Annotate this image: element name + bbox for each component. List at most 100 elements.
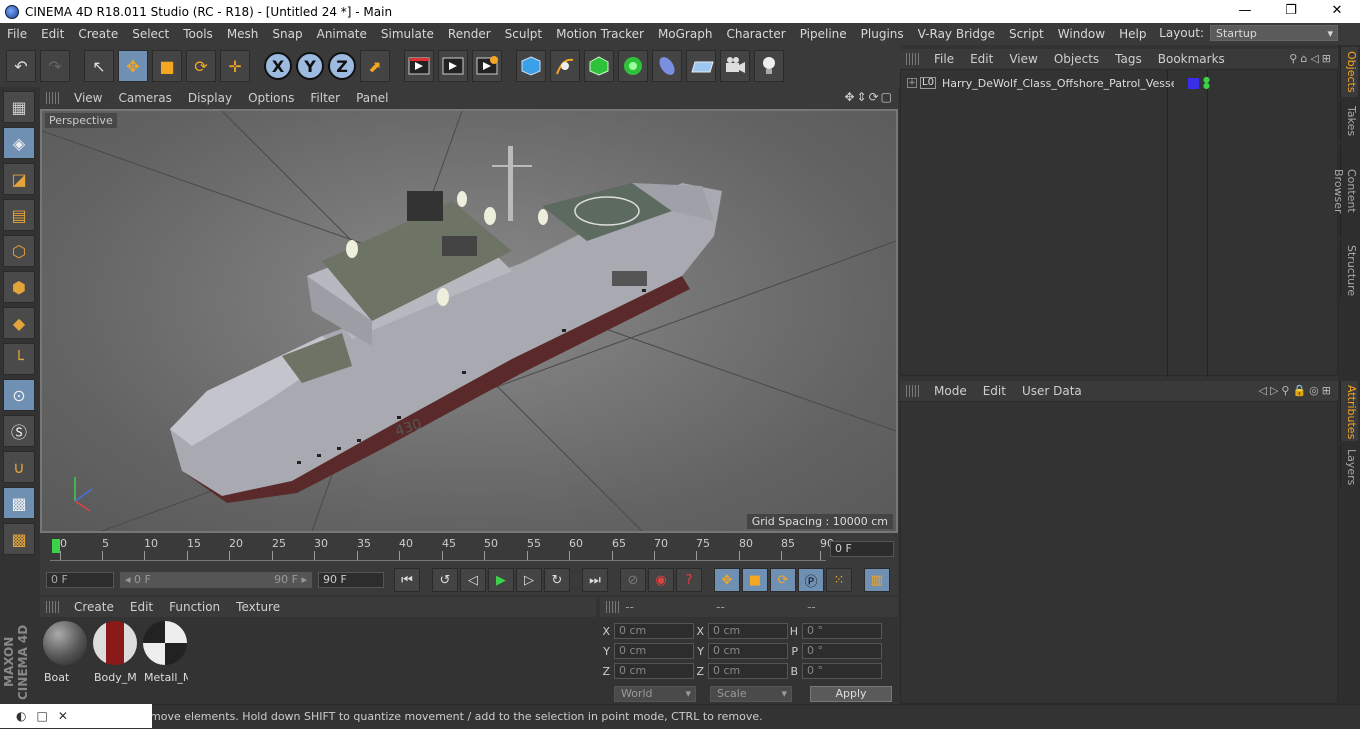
position-y-field[interactable]: 0 cm bbox=[614, 643, 694, 659]
viewport-menu-display[interactable]: Display bbox=[180, 91, 240, 105]
attributes-menu-user-data[interactable]: User Data bbox=[1014, 384, 1090, 398]
texture-mode-icon[interactable]: ◪ bbox=[3, 163, 35, 195]
material-menu-create[interactable]: Create bbox=[66, 600, 122, 614]
tab-attributes[interactable]: Attributes bbox=[1340, 381, 1358, 441]
viewport-menu-options[interactable]: Options bbox=[240, 91, 302, 105]
render-settings-icon[interactable] bbox=[472, 50, 502, 82]
objects-menu-view[interactable]: View bbox=[1001, 52, 1045, 66]
start-frame-field[interactable]: 0 F bbox=[46, 572, 114, 588]
apply-button[interactable]: Apply bbox=[810, 686, 892, 702]
preview-close-icon[interactable]: ✕ bbox=[58, 709, 68, 723]
key-scale-icon[interactable]: ■ bbox=[742, 568, 768, 592]
go-to-start-icon[interactable]: ⏮ bbox=[394, 568, 420, 592]
menu-vray-bridge[interactable]: V-Ray Bridge bbox=[911, 27, 1002, 41]
panel-grip-icon[interactable] bbox=[606, 601, 620, 613]
scale-tool[interactable]: ■ bbox=[152, 50, 182, 82]
app-thumbnail-icon[interactable]: ◐ bbox=[16, 709, 26, 723]
snapping-icon[interactable]: ∪ bbox=[3, 451, 35, 483]
menu-help[interactable]: Help bbox=[1112, 27, 1153, 41]
subdivision-surface-icon[interactable] bbox=[584, 50, 614, 82]
viewport-menu-cameras[interactable]: Cameras bbox=[110, 91, 179, 105]
restore-button[interactable]: ❐ bbox=[1268, 0, 1314, 23]
panel-grip-icon[interactable] bbox=[46, 92, 60, 104]
attributes-menu-edit[interactable]: Edit bbox=[975, 384, 1014, 398]
play-icon[interactable]: ▶ bbox=[488, 568, 514, 592]
tab-objects[interactable]: Objects bbox=[1340, 47, 1358, 97]
key-rotation-icon[interactable]: ⟳ bbox=[770, 568, 796, 592]
size-z-field[interactable]: 0 cm bbox=[708, 663, 788, 679]
object-name[interactable]: Harry_DeWolf_Class_Offshore_Patrol_Vesse… bbox=[942, 77, 1174, 90]
go-to-end-icon[interactable]: ⏭ bbox=[582, 568, 608, 592]
record-keys-disabled-icon[interactable]: ⊘ bbox=[620, 568, 646, 592]
menu-animate[interactable]: Animate bbox=[310, 27, 374, 41]
coordinate-system-button[interactable]: ⬈ bbox=[360, 50, 390, 82]
rotate-tool[interactable]: ⟳ bbox=[186, 50, 216, 82]
render-view-icon[interactable] bbox=[404, 50, 434, 82]
y-axis-lock[interactable]: Y bbox=[296, 52, 324, 80]
light-icon[interactable] bbox=[754, 50, 784, 82]
menu-motion-tracker[interactable]: Motion Tracker bbox=[549, 27, 651, 41]
menu-file[interactable]: File bbox=[0, 27, 34, 41]
material-menu-function[interactable]: Function bbox=[161, 600, 228, 614]
panel-grip-icon[interactable] bbox=[906, 385, 920, 397]
position-x-field[interactable]: 0 cm bbox=[614, 623, 694, 639]
rotation-b-field[interactable]: 0 ° bbox=[802, 663, 882, 679]
locked-workplane-icon[interactable]: ▩ bbox=[3, 523, 35, 555]
rotation-h-field[interactable]: 0 ° bbox=[802, 623, 882, 639]
close-button[interactable]: ✕ bbox=[1314, 0, 1360, 23]
material-item[interactable]: Metall_M bbox=[142, 621, 188, 700]
viewport-menu-panel[interactable]: Panel bbox=[348, 91, 396, 105]
material-item[interactable]: Body_M bbox=[92, 621, 138, 700]
pen-spline-icon[interactable] bbox=[550, 50, 580, 82]
menu-plugins[interactable]: Plugins bbox=[854, 27, 911, 41]
recent-tool[interactable]: ✛ bbox=[220, 50, 250, 82]
polygons-mode-icon[interactable]: ◆ bbox=[3, 307, 35, 339]
position-z-field[interactable]: 0 cm bbox=[614, 663, 694, 679]
visibility-dots-icon[interactable]: ● ● bbox=[1203, 76, 1210, 90]
workplane-mode-icon[interactable]: ▤ bbox=[3, 199, 35, 231]
panel-grip-icon[interactable] bbox=[46, 601, 60, 613]
move-tool[interactable]: ✥ bbox=[118, 50, 148, 82]
end-frame-field[interactable]: 90 F bbox=[318, 572, 384, 588]
undo-button[interactable]: ↶ bbox=[6, 50, 36, 82]
3d-viewport[interactable]: 430 Perspective Grid Spacing : 10000 cm bbox=[40, 109, 898, 533]
size-y-field[interactable]: 0 cm bbox=[708, 643, 788, 659]
attributes-menu-mode[interactable]: Mode bbox=[926, 384, 975, 398]
preview-minimize-icon[interactable]: □ bbox=[36, 709, 47, 723]
axis-mode-icon[interactable]: └ bbox=[3, 343, 35, 375]
material-menu-texture[interactable]: Texture bbox=[228, 600, 288, 614]
timeline-window-icon[interactable]: ▥ bbox=[864, 568, 890, 592]
menu-snap[interactable]: Snap bbox=[265, 27, 309, 41]
object-list[interactable]: + L0 Harry_DeWolf_Class_Offshore_Patrol_… bbox=[900, 69, 1338, 377]
autokeying-icon[interactable]: ◉ bbox=[648, 568, 674, 592]
tweak-mode-icon[interactable]: ⊙ bbox=[3, 379, 35, 411]
current-frame-field[interactable]: 0 F bbox=[830, 541, 894, 557]
expand-toggle-icon[interactable]: + bbox=[907, 78, 917, 88]
next-frame-icon[interactable]: ▷ bbox=[516, 568, 542, 592]
redo-button[interactable]: ↷ bbox=[40, 50, 70, 82]
layer-color-tag[interactable] bbox=[1187, 77, 1199, 89]
solo-mode-icon[interactable]: Ⓢ bbox=[3, 415, 35, 447]
live-selection-tool[interactable]: ↖ bbox=[84, 50, 114, 82]
render-picture-viewer-icon[interactable] bbox=[438, 50, 468, 82]
minimize-button[interactable]: — bbox=[1222, 0, 1268, 23]
timeline-ruler[interactable]: 0 5 10 15 20 25 30 35 40 45 50 55 60 65 … bbox=[50, 537, 834, 561]
menu-mograph[interactable]: MoGraph bbox=[651, 27, 720, 41]
edges-mode-icon[interactable]: ⬢ bbox=[3, 271, 35, 303]
tab-content-browser[interactable]: Content Browser bbox=[1332, 145, 1358, 237]
deformer-icon[interactable] bbox=[652, 50, 682, 82]
material-menu-edit[interactable]: Edit bbox=[122, 600, 161, 614]
make-editable-icon[interactable]: ▦ bbox=[3, 91, 35, 123]
cube-primitive-icon[interactable] bbox=[516, 50, 546, 82]
menu-render[interactable]: Render bbox=[441, 27, 498, 41]
key-pla-icon[interactable]: ⁙ bbox=[826, 568, 852, 592]
viewport-menu-view[interactable]: View bbox=[66, 91, 110, 105]
previous-keyframe-icon[interactable]: ↺ bbox=[432, 568, 458, 592]
menu-mesh[interactable]: Mesh bbox=[220, 27, 266, 41]
menu-character[interactable]: Character bbox=[719, 27, 792, 41]
material-item[interactable]: Boat bbox=[42, 621, 88, 700]
model-mode-icon[interactable]: ◈ bbox=[3, 127, 35, 159]
points-mode-icon[interactable]: ⬡ bbox=[3, 235, 35, 267]
z-axis-lock[interactable]: Z bbox=[328, 52, 356, 80]
viewport-navigation-icons[interactable]: ✥⇕⟳▢ bbox=[844, 90, 894, 104]
